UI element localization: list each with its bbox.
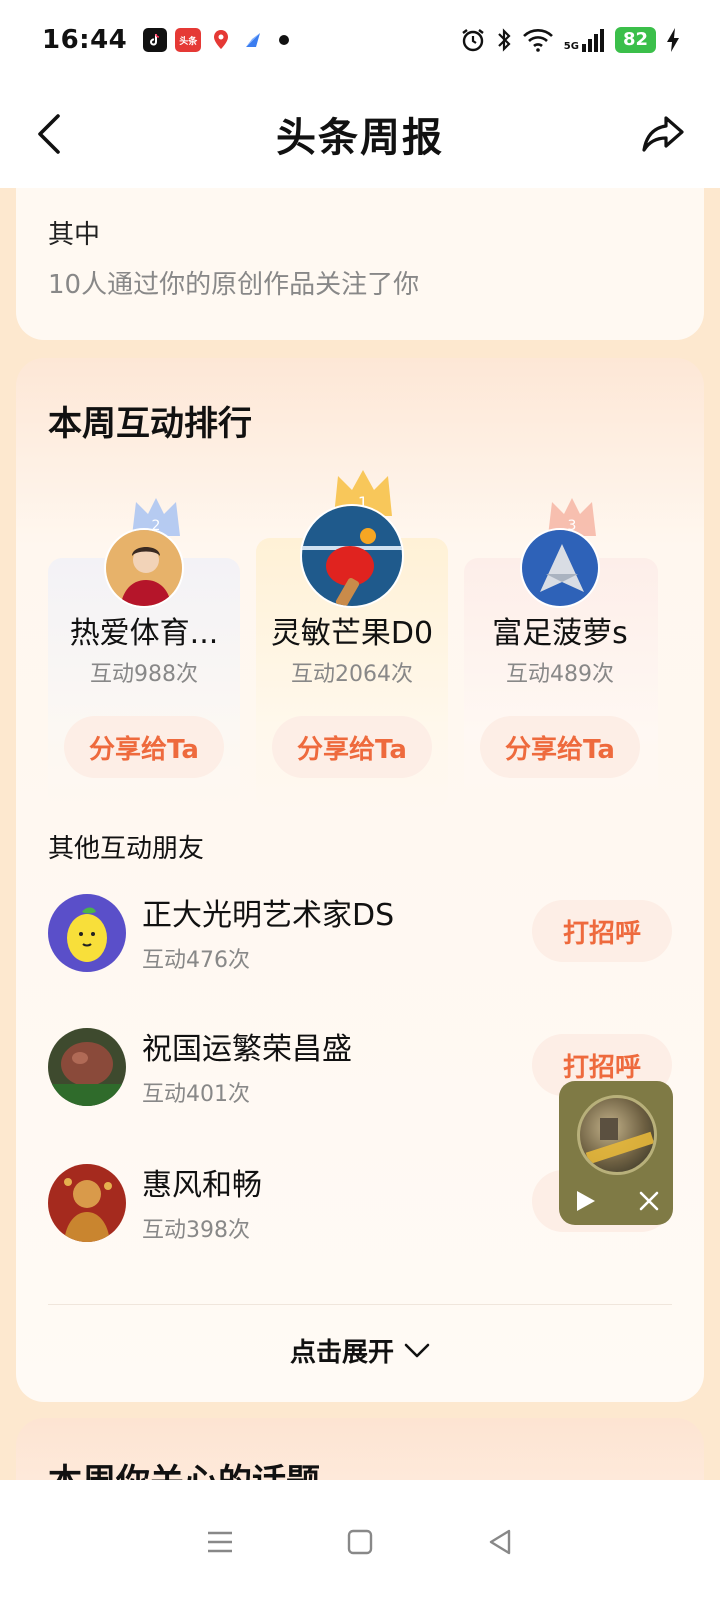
floating-audio-player[interactable] [559,1081,673,1225]
friend-count: 互动476次 [142,948,250,973]
interaction-ranking-card: 本周互动排行 2 热爱体育... 互动988次 分享给Ta 1 灵敏芒果D0 互… [16,358,704,1402]
map-pin-icon [209,28,234,52]
status-bar: 16:44 头条 5G 82 [0,0,720,80]
friend-name[interactable]: 惠风和畅 [142,1160,262,1204]
rank-2-name[interactable]: 热爱体育... [44,608,244,652]
friend-count: 互动401次 [142,1082,250,1107]
back-arrow-icon[interactable] [30,112,70,156]
share-icon[interactable] [640,112,686,156]
bluetooth-icon [497,28,511,52]
friend-avatar[interactable] [48,1164,126,1242]
scroll-content[interactable]: 其中 10人通过你的原创作品关注了你 本周互动排行 2 热爱体育... 互动98… [0,188,720,1514]
friend-count: 互动398次 [142,1218,250,1243]
followers-card: 其中 10人通过你的原创作品关注了你 [16,188,704,340]
system-navigation-bar [0,1480,720,1604]
toutiao-icon: 头条 [175,28,202,52]
friend-name[interactable]: 祝国运繁荣昌盛 [142,1024,352,1068]
expand-button[interactable]: 点击展开 [16,1332,704,1369]
followers-description: 10人通过你的原创作品关注了你 [48,270,420,300]
avatar-rank-1[interactable] [300,504,404,608]
followers-label: 其中 [48,220,101,250]
cellular-signal-icon: 5G [564,28,605,52]
share-to-rank-3-button[interactable]: 分享给Ta [480,716,640,778]
home-icon[interactable] [345,1527,375,1557]
notification-icons: 头条 [143,28,290,52]
status-time: 16:44 [42,25,128,55]
page-title: 头条周报 [276,115,444,161]
rank-1-count: 互动2064次 [291,662,413,687]
avatar-rank-3[interactable] [520,528,600,608]
share-to-rank-1-button[interactable]: 分享给Ta [272,716,432,778]
friend-avatar[interactable] [48,894,126,972]
top-nav-header: 头条周报 [0,80,720,188]
say-hello-button[interactable]: 打招呼 [532,900,672,962]
wifi-icon [522,29,553,52]
rank-1-name[interactable]: 灵敏芒果D0 [252,608,452,652]
alarm-icon [462,29,484,52]
ranking-title: 本周互动排行 [48,404,252,444]
expand-label: 点击展开 [289,1338,394,1368]
friend-name[interactable]: 正大光明艺术家DS [142,890,394,934]
menu-icon[interactable] [205,1527,235,1557]
back-triangle-icon[interactable] [485,1527,515,1557]
rank-3-name[interactable]: 富足菠萝s [460,608,660,652]
battery-indicator: 82 [614,27,656,53]
rank-3-count: 互动489次 [506,662,614,687]
play-icon[interactable] [573,1189,597,1213]
tiktok-icon [143,28,168,52]
share-to-rank-2-button[interactable]: 分享给Ta [64,716,224,778]
divider [48,1304,672,1305]
friend-avatar[interactable] [48,1028,126,1106]
audio-cover-disc[interactable] [577,1095,657,1175]
close-icon[interactable] [639,1191,659,1211]
chevron-down-icon [404,1343,430,1357]
screen: 16:44 头条 5G 82 头条周报 其中 10人通过你的原创作品关注了你 本… [0,0,720,1604]
charging-icon [667,28,679,52]
other-friends-title: 其他互动朋友 [48,834,205,864]
more-notifications-dot [279,35,290,45]
rank-2-count: 互动988次 [90,662,198,687]
browser-icon [241,28,266,52]
avatar-rank-2[interactable] [104,528,184,608]
list-item[interactable]: 正大光明艺术家DS 互动476次 打招呼 [48,894,672,984]
system-icons: 5G 82 [460,27,680,53]
